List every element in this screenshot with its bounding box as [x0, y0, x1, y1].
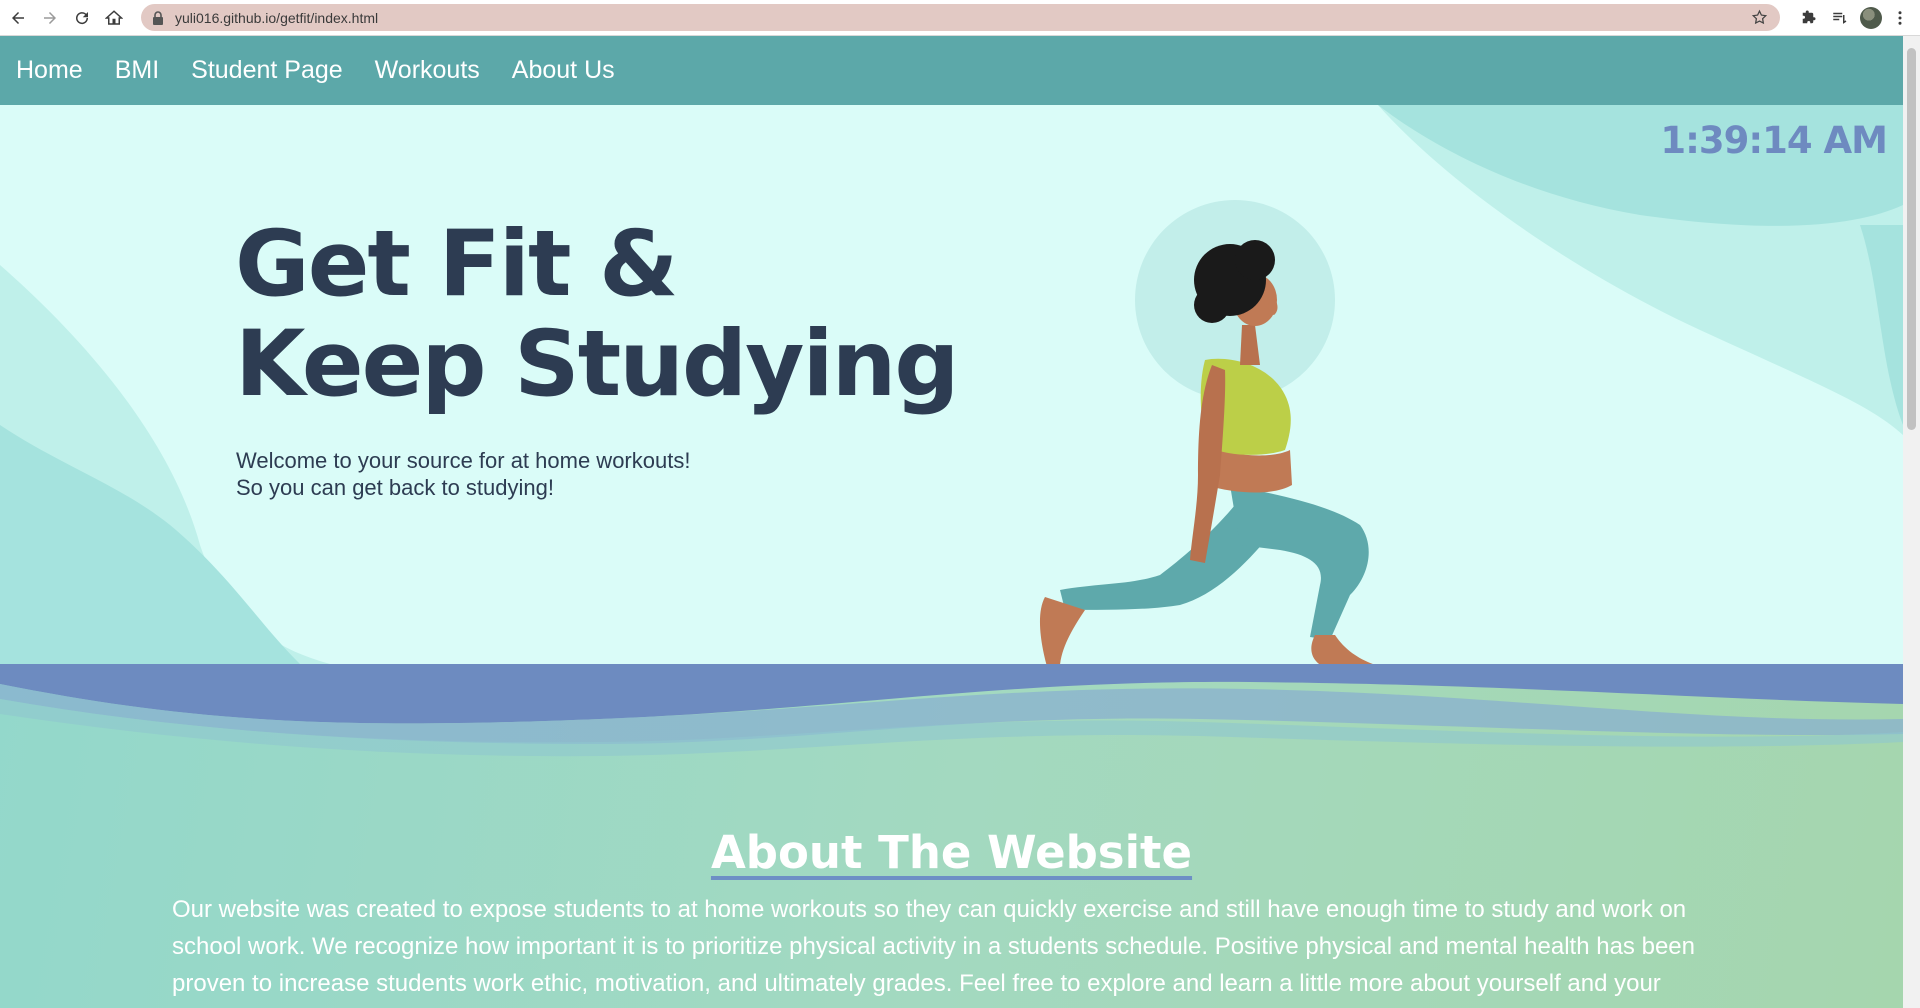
page-scrollbar[interactable] [1903, 36, 1920, 1008]
home-icon[interactable] [100, 4, 128, 32]
address-bar[interactable]: yuli016.github.io/getfit/index.html [141, 4, 1780, 31]
menu-icon[interactable] [1886, 4, 1914, 32]
extensions-icon[interactable] [1794, 4, 1822, 32]
live-clock: 1:39:14 AM [1660, 119, 1888, 162]
browser-toolbar: yuli016.github.io/getfit/index.html [0, 0, 1920, 36]
forward-icon[interactable] [36, 4, 64, 32]
reload-icon[interactable] [68, 4, 96, 32]
star-icon[interactable] [1751, 9, 1768, 26]
subtext-line-1: Welcome to your source for at home worko… [236, 448, 691, 473]
nav-home[interactable]: Home [16, 56, 83, 85]
nav-student-page[interactable]: Student Page [191, 56, 343, 85]
hero-subtext: Welcome to your source for at home worko… [236, 447, 690, 501]
url-text[interactable]: yuli016.github.io/getfit/index.html [175, 10, 378, 26]
back-icon[interactable] [4, 4, 32, 32]
nav-workouts[interactable]: Workouts [375, 56, 480, 85]
subtext-line-2: So you can get back to studying! [236, 475, 554, 500]
main-navbar: Home BMI Student Page Workouts About Us [0, 36, 1903, 105]
lunge-woman-illustration [1040, 200, 1374, 664]
profile-avatar[interactable] [1860, 7, 1882, 29]
hero-headline: Get Fit & Keep Studying [235, 212, 960, 417]
scrollbar-thumb[interactable] [1907, 48, 1916, 430]
wave-divider [0, 664, 1903, 757]
headline-line-1: Get Fit & [235, 212, 678, 317]
about-section: About The Website Our website was create… [0, 664, 1903, 1008]
lock-icon [153, 10, 163, 25]
hero-section: 1:39:14 AM Get Fit & Keep Studying Welco… [0, 105, 1903, 664]
reading-list-icon[interactable] [1826, 4, 1854, 32]
nav-about-us[interactable]: About Us [512, 56, 615, 85]
headline-line-2: Keep Studying [235, 312, 960, 417]
nav-bmi[interactable]: BMI [115, 56, 159, 85]
web-page: Home BMI Student Page Workouts About Us … [0, 36, 1903, 1008]
about-title: About The Website [710, 826, 1193, 879]
about-paragraph: Our website was created to expose studen… [172, 896, 1695, 997]
